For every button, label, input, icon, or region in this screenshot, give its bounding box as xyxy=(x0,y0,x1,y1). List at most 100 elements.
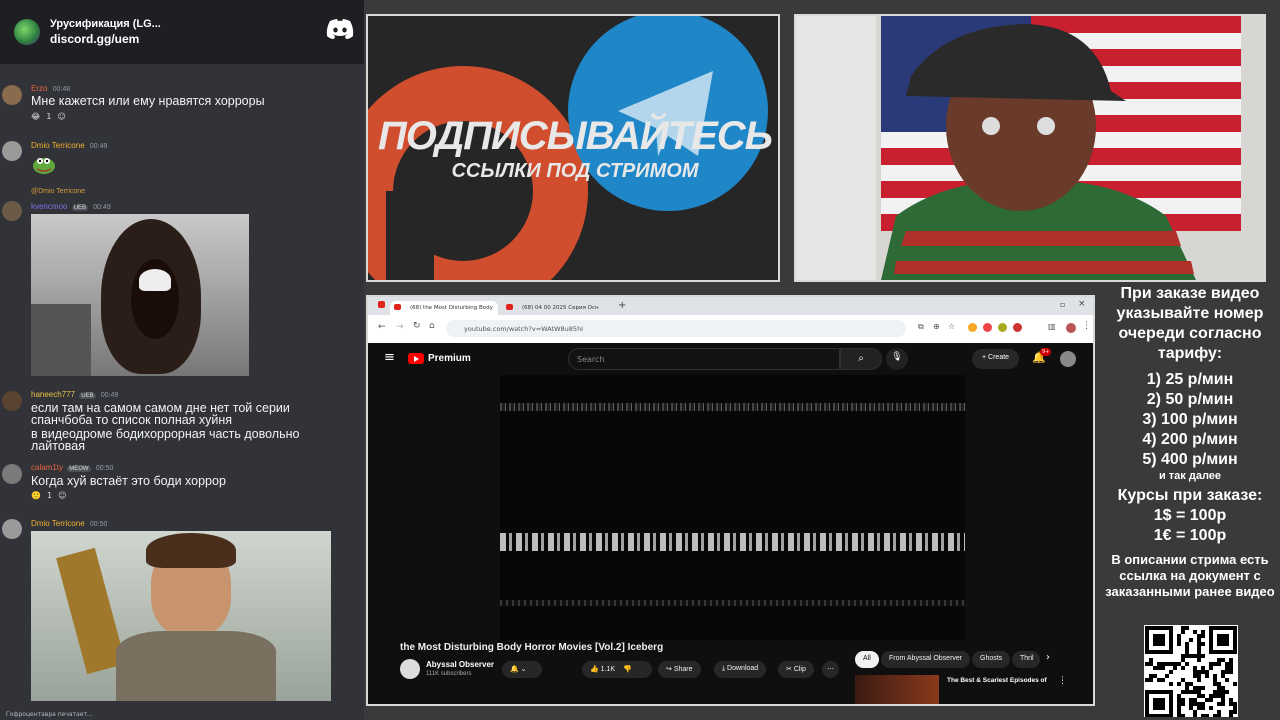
back-icon[interactable]: ← xyxy=(378,322,386,332)
reaction-row: 🙂 1 ☺ xyxy=(31,491,66,500)
bookmark-star-icon[interactable]: ☆ xyxy=(948,322,955,331)
chip-thriller[interactable]: Thril xyxy=(1012,651,1040,668)
forward-icon[interactable]: → xyxy=(396,322,404,332)
zoom-icon[interactable]: ⊕ xyxy=(933,322,940,331)
add-reaction-icon[interactable]: ☺ xyxy=(57,112,65,121)
youtube-play-icon xyxy=(408,353,424,364)
sidebar-icon[interactable]: ▥ xyxy=(1048,322,1056,331)
address-bar[interactable]: youtube.com/watch?v=WAtW8u85hI xyxy=(446,320,906,337)
discord-logo-icon xyxy=(326,19,354,39)
username[interactable]: Dmio Terricone xyxy=(31,519,85,528)
extension-icon[interactable] xyxy=(968,323,977,332)
browser-menu-icon[interactable]: ⋮ xyxy=(1082,321,1091,331)
video-noise-band xyxy=(500,600,965,606)
server-name: Урусификация (LG... xyxy=(50,18,161,30)
message-text-line: спанчбоба то список полная хуйня xyxy=(31,413,233,427)
browser-tab-bar: (68) the Most Disturbing Body (68) 04 00… xyxy=(368,297,1093,315)
channel-name[interactable]: Abyssal Observer xyxy=(426,660,494,669)
laugh-emoji-icon[interactable]: 😂 xyxy=(31,112,40,121)
account-avatar[interactable] xyxy=(1060,351,1076,367)
hamburger-menu-icon[interactable]: ≡ xyxy=(384,350,395,365)
video-title: the Most Disturbing Body Horror Movies [… xyxy=(400,642,664,653)
chat-message: calam1ty MEOW 00:50 Когда хуй встаёт это… xyxy=(0,463,364,505)
user-avatar xyxy=(2,201,22,221)
recommended-menu-icon[interactable]: ⋮ xyxy=(1058,676,1067,686)
youtube-logo[interactable]: Premium xyxy=(408,353,471,364)
thumbs-up-icon[interactable]: 👍 xyxy=(590,666,599,673)
user-avatar xyxy=(2,141,22,161)
clip-button[interactable]: ✂ Clip xyxy=(778,661,814,678)
user-avatar xyxy=(2,391,22,411)
chip-ghosts[interactable]: Ghosts xyxy=(972,651,1011,668)
extension-icon[interactable] xyxy=(983,323,992,332)
youtube-logo-text: Premium xyxy=(428,353,471,364)
timestamp: 00:49 xyxy=(89,143,108,150)
video-glitch-band xyxy=(500,533,965,551)
qr-code[interactable] xyxy=(1144,625,1238,717)
image-attachment[interactable] xyxy=(31,531,331,701)
install-icon[interactable]: ⧉ xyxy=(918,322,924,332)
like-dislike-group[interactable]: 👍 1.1K 👎 xyxy=(582,661,652,678)
username[interactable]: calam1ty xyxy=(31,463,63,472)
pepe-sticker-icon xyxy=(33,158,55,174)
tab-video[interactable]: (68) the Most Disturbing Body xyxy=(390,301,498,315)
rates-title: Курсы при заказе: xyxy=(1117,487,1263,504)
voice-search-icon[interactable]: 🎙 xyxy=(886,348,908,370)
chip-all[interactable]: All xyxy=(855,651,879,668)
video-noise-band xyxy=(500,403,965,411)
extension-icon[interactable] xyxy=(998,323,1007,332)
emoji-reaction-icon[interactable]: 🙂 xyxy=(31,491,41,500)
subscriber-count: 111K subscribers xyxy=(426,671,472,677)
timestamp: 00:49 xyxy=(93,204,111,211)
chip-from-channel[interactable]: From Abyssal Observer xyxy=(881,651,971,668)
browser-toolbar: ← → ↻ ⌂ youtube.com/watch?v=WAtW8u85hI ⧉… xyxy=(368,315,1093,343)
like-count: 1.1K xyxy=(600,666,616,673)
chat-message: @Dmio Terricone kvencmoo UEB 00:49 xyxy=(0,188,364,378)
rate-item: 1€ = 100р xyxy=(1153,527,1227,544)
chat-message: Dmio Terricone 00:50 xyxy=(0,519,364,704)
username[interactable]: kvencmoo xyxy=(31,202,67,211)
reply-reference[interactable]: @Dmio Terricone xyxy=(31,188,85,195)
tariff-more: и так далее xyxy=(1158,470,1222,482)
chips-next-icon[interactable]: › xyxy=(1046,652,1050,663)
create-button[interactable]: + Create xyxy=(972,349,1020,369)
user-avatar xyxy=(2,464,22,484)
add-reaction-icon[interactable]: ☺ xyxy=(58,491,66,500)
window-restore-icon[interactable]: ▫ xyxy=(1060,300,1065,309)
server-invite-link[interactable]: discord.gg/uem xyxy=(50,32,161,46)
more-actions-button[interactable]: ⋯ xyxy=(822,661,839,678)
scissors-icon: ✂ xyxy=(786,666,794,673)
rate-item: 1$ = 100р xyxy=(1153,507,1227,524)
new-tab-icon[interactable]: + xyxy=(618,300,626,311)
username[interactable]: haneech777 xyxy=(31,390,75,399)
timestamp: 00:49 xyxy=(100,392,119,399)
recommended-title[interactable]: The Best & Scariest Episodes of xyxy=(947,677,1047,684)
share-icon: ↪ xyxy=(666,666,674,673)
tab-title: (68) 04 00 2025 Серия Осн xyxy=(522,305,599,311)
promo-links-text: ССЫЛКИ ПОД СТРИМОМ xyxy=(451,160,699,182)
download-button[interactable]: ⤓ Download xyxy=(714,661,767,678)
youtube-header: ≡ Premium Search ⌕ 🎙 + Create 🔔 9+ xyxy=(368,343,1093,375)
video-player[interactable] xyxy=(500,375,965,640)
reload-icon[interactable]: ↻ xyxy=(413,321,421,331)
notification-count-badge: 9+ xyxy=(1040,348,1052,356)
youtube-favicon-icon xyxy=(378,301,385,308)
gif-attachment[interactable] xyxy=(31,214,249,376)
thumbs-down-icon[interactable]: 👎 xyxy=(623,666,632,673)
tariff-item: 3) 100 р/мин xyxy=(1142,411,1238,428)
search-input[interactable]: Search xyxy=(568,348,840,370)
search-button[interactable]: ⌕ xyxy=(840,348,882,370)
message-text-line: лайтовая xyxy=(31,439,85,453)
description-note: В описании стрима есть ссылка на докумен… xyxy=(1105,552,1275,599)
username[interactable]: Erzo xyxy=(31,84,47,93)
profile-avatar[interactable] xyxy=(1066,323,1076,333)
recommended-thumbnail[interactable] xyxy=(855,675,939,704)
subscribed-bell-button[interactable]: 🔔 ⌄ xyxy=(502,661,542,678)
username[interactable]: Dmio Terricone xyxy=(31,141,85,150)
extension-icon[interactable] xyxy=(1013,323,1022,332)
home-icon[interactable]: ⌂ xyxy=(429,321,435,331)
tab-series[interactable]: (68) 04 00 2025 Серия Осн xyxy=(502,301,612,315)
channel-avatar[interactable] xyxy=(400,659,420,679)
window-close-icon[interactable]: × xyxy=(1078,299,1086,309)
share-button[interactable]: ↪ Share xyxy=(658,661,701,678)
